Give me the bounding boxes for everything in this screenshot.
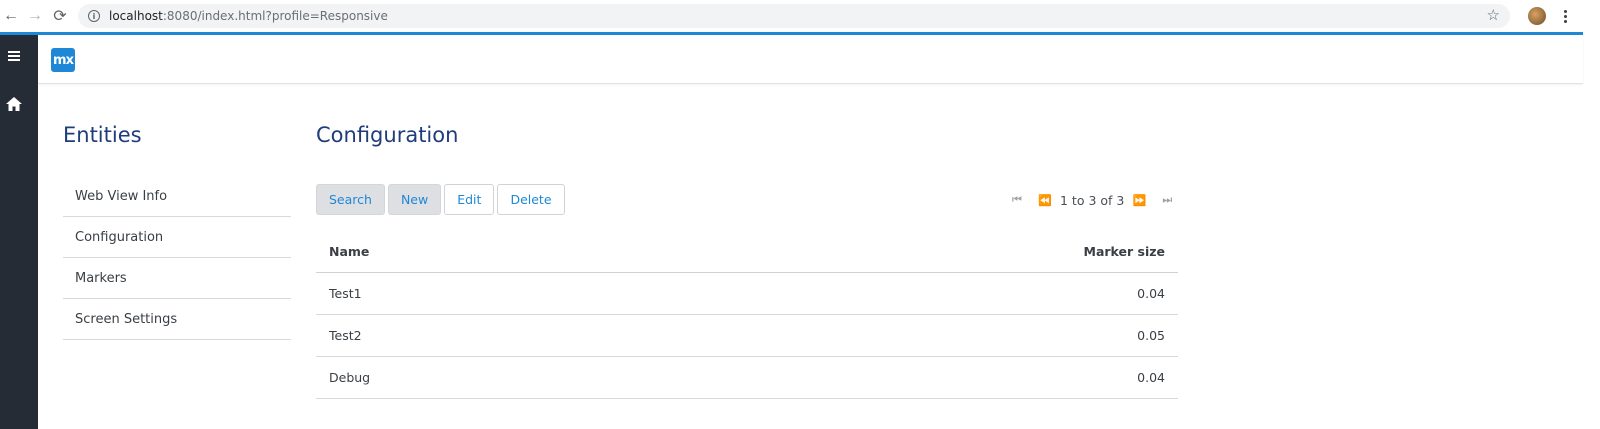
app-header: mx <box>38 35 1583 84</box>
previous-page-icon[interactable]: ⏪ <box>1038 193 1052 207</box>
cell-name: Test1 <box>329 286 362 301</box>
url-host: localhost <box>109 9 163 23</box>
table-row[interactable]: Debug 0.04 <box>316 357 1178 399</box>
grid-pager: ⏮ ⏪ 1 to 3 of 3 ⏩ ⏭ <box>1010 190 1174 210</box>
cell-marker-size: 0.05 <box>1137 328 1165 343</box>
cell-marker-size: 0.04 <box>1137 286 1165 301</box>
hamburger-menu-icon[interactable] <box>8 51 20 61</box>
mendix-logo[interactable]: mx <box>51 48 75 72</box>
data-grid: Name Marker size Test1 0.04 Test2 0.05 D… <box>316 230 1178 399</box>
grid-toolbar: Search New Edit Delete <box>316 184 565 215</box>
address-bar[interactable]: i localhost:8080/index.html?profile=Resp… <box>78 4 1510 28</box>
browser-toolbar: ← → ⟳ i localhost:8080/index.html?profil… <box>0 0 1600 32</box>
new-button[interactable]: New <box>387 184 442 215</box>
cell-name: Debug <box>329 370 371 385</box>
entity-item-markers[interactable]: Markers <box>63 258 291 299</box>
entities-title: Entities <box>63 123 142 147</box>
edit-button[interactable]: Edit <box>444 184 495 215</box>
app-sidebar <box>0 35 38 429</box>
entity-item-configuration[interactable]: Configuration <box>63 217 291 258</box>
grid-header-row: Name Marker size <box>316 230 1178 273</box>
table-row[interactable]: Test2 0.05 <box>316 315 1178 357</box>
scrollbar[interactable] <box>1583 32 1600 429</box>
bookmark-star-icon[interactable]: ☆ <box>1487 6 1500 24</box>
entity-item-web-view-info[interactable]: Web View Info <box>63 176 291 217</box>
cell-name: Test2 <box>329 328 362 343</box>
cell-marker-size: 0.04 <box>1137 370 1165 385</box>
column-header-name[interactable]: Name <box>316 244 978 259</box>
entity-item-screen-settings[interactable]: Screen Settings <box>63 299 291 340</box>
home-icon[interactable] <box>5 95 23 113</box>
back-arrow-icon[interactable]: ← <box>0 5 22 27</box>
url-text: localhost:8080/index.html?profile=Respon… <box>109 9 388 23</box>
entity-list: Web View Info Configuration Markers Scre… <box>63 176 291 340</box>
browser-menu-icon[interactable] <box>1559 6 1571 26</box>
profile-avatar[interactable] <box>1528 7 1546 25</box>
url-path: :8080/index.html?profile=Responsive <box>162 9 388 23</box>
table-row[interactable]: Test1 0.04 <box>316 273 1178 315</box>
delete-button[interactable]: Delete <box>497 184 565 215</box>
next-page-icon[interactable]: ⏩ <box>1132 193 1147 207</box>
reload-icon[interactable]: ⟳ <box>49 5 71 27</box>
pager-status: 1 to 3 of 3 <box>1060 192 1125 208</box>
site-info-icon[interactable]: i <box>88 10 100 22</box>
first-page-icon[interactable]: ⏮ <box>1010 193 1024 207</box>
forward-arrow-icon[interactable]: → <box>24 5 46 27</box>
last-page-icon[interactable]: ⏭ <box>1160 193 1174 207</box>
column-header-marker-size[interactable]: Marker size <box>978 244 1178 259</box>
page-title: Configuration <box>316 123 459 147</box>
search-button[interactable]: Search <box>316 184 385 215</box>
